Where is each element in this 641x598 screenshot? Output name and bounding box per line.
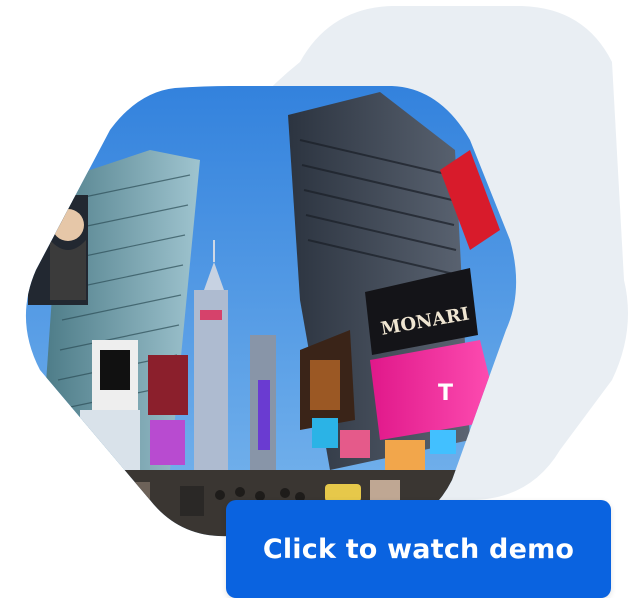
watch-demo-button[interactable]: Click to watch demo	[226, 500, 611, 598]
demo-hero: MONARI T Click to watch demo	[0, 0, 641, 598]
billboard-t-text: T	[438, 381, 453, 406]
